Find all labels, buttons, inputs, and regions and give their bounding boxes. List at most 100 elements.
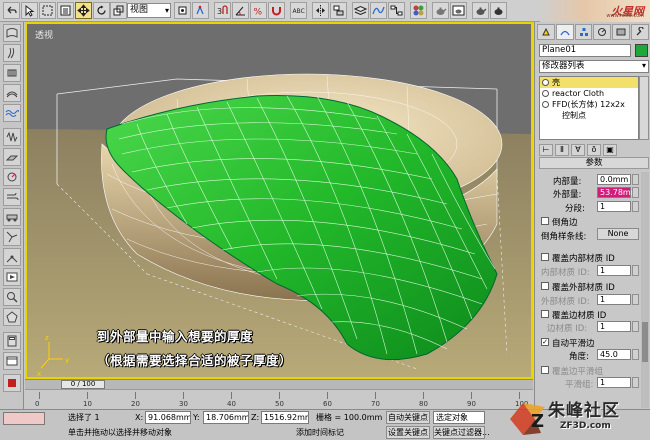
render-production-button[interactable]: [490, 2, 507, 19]
parameters-rollout-title[interactable]: 参数: [539, 157, 649, 169]
snap-3d-button[interactable]: 3: [214, 2, 231, 19]
pivot-button[interactable]: [174, 2, 191, 19]
reactor-tool-1[interactable]: [3, 24, 21, 42]
reactor-tool-18[interactable]: [3, 374, 21, 392]
outer-mat-id-field[interactable]: 1: [597, 294, 631, 305]
reactor-tool-11[interactable]: [3, 228, 21, 246]
object-color-swatch[interactable]: [635, 44, 648, 57]
reactor-tool-17[interactable]: [3, 352, 21, 370]
quick-render-button[interactable]: [472, 2, 489, 19]
render-setup-button[interactable]: [432, 2, 449, 19]
time-slider[interactable]: 0 / 100: [61, 380, 105, 389]
render-frame-button[interactable]: [450, 2, 467, 19]
percent-snap-button[interactable]: %: [250, 2, 267, 19]
perspective-viewport[interactable]: x y z 透视 到外部量中输入想要的厚度 （根据需要选择合适的被子厚度）: [25, 22, 533, 379]
bevel-edges-checkbox[interactable]: [541, 217, 549, 225]
smooth-group-field[interactable]: 1: [597, 377, 631, 388]
segments-spinner[interactable]: [632, 201, 639, 212]
pin-stack-button[interactable]: ⊢: [539, 144, 553, 156]
mirror-button[interactable]: [312, 2, 329, 19]
y-coordinate-field[interactable]: 18.706mm: [203, 411, 249, 424]
time-slider-bar[interactable]: 0 / 100: [25, 379, 533, 389]
stack-scrollbar[interactable]: [639, 76, 649, 140]
make-unique-button[interactable]: ∀: [571, 144, 585, 156]
override-edge-smooth-checkbox[interactable]: [541, 366, 549, 374]
reactor-tool-13[interactable]: [3, 268, 21, 286]
select-by-name-button[interactable]: [57, 2, 74, 19]
add-time-tag[interactable]: 添加时间标记: [296, 426, 344, 439]
select-object-button[interactable]: [21, 2, 38, 19]
reactor-tool-15[interactable]: [3, 308, 21, 326]
move-button[interactable]: [75, 2, 92, 19]
selected-object-dropdown[interactable]: 选定对象: [433, 411, 485, 424]
inner-amount-field[interactable]: 0.0mm: [597, 174, 631, 185]
panel-scrollbar[interactable]: [641, 172, 649, 408]
override-inner-mat-checkbox[interactable]: [541, 253, 549, 261]
track-bar[interactable]: 0 10 20 30 40 50 60 70 80 90 100: [25, 389, 533, 409]
rotate-button[interactable]: [93, 2, 110, 19]
reactor-tool-5[interactable]: [3, 104, 21, 122]
outer-amount-spinner[interactable]: [632, 187, 639, 198]
layer-manager-button[interactable]: [352, 2, 369, 19]
align-button[interactable]: [330, 2, 347, 19]
tab-motion[interactable]: [593, 24, 612, 40]
tab-create[interactable]: [537, 24, 555, 40]
reactor-tool-4[interactable]: [3, 84, 21, 102]
stack-item-ffd[interactable]: FFD(长方体) 12x2x: [540, 99, 638, 110]
maxscript-listener[interactable]: [3, 412, 45, 425]
override-edge-mat-checkbox[interactable]: [541, 310, 549, 318]
tab-modify[interactable]: [555, 24, 574, 40]
show-end-result-button[interactable]: Ⅱ: [555, 144, 569, 156]
spinner-snap-button[interactable]: [268, 2, 285, 19]
select-manipulate-button[interactable]: [192, 2, 209, 19]
select-region-button[interactable]: [39, 2, 56, 19]
angle-spinner[interactable]: [632, 349, 639, 360]
tab-display[interactable]: [612, 24, 631, 40]
panel-scrollbar-thumb[interactable]: [642, 322, 648, 362]
schematic-view-button[interactable]: [388, 2, 405, 19]
reactor-tool-12[interactable]: [3, 248, 21, 266]
outer-amount-field[interactable]: 53.78mm: [597, 187, 639, 198]
modifier-list-dropdown[interactable]: 修改器列表: [539, 60, 649, 73]
x-coordinate-field[interactable]: 91.068mm: [145, 411, 191, 424]
tab-utilities[interactable]: [631, 24, 649, 40]
lightbulb-icon[interactable]: [542, 90, 549, 97]
override-outer-mat-checkbox[interactable]: [541, 282, 549, 290]
auto-key-button[interactable]: 自动关键点: [386, 411, 430, 424]
reactor-tool-2[interactable]: [3, 44, 21, 62]
set-key-button[interactable]: 设置关键点: [386, 426, 430, 439]
stack-item-shell[interactable]: 壳: [540, 77, 638, 88]
undo-button[interactable]: [3, 2, 20, 19]
lightbulb-icon[interactable]: [542, 79, 549, 86]
configure-sets-button[interactable]: ▣: [603, 144, 617, 156]
named-selection-button[interactable]: ABC: [290, 2, 307, 19]
bevel-spline-button[interactable]: None: [597, 228, 639, 240]
stack-item-reactor-cloth[interactable]: reactor Cloth: [540, 88, 638, 99]
segments-field[interactable]: 1: [597, 201, 631, 212]
remove-modifier-button[interactable]: ō: [587, 144, 601, 156]
outer-mat-id-spinner[interactable]: [632, 294, 639, 305]
tab-hierarchy[interactable]: [574, 24, 593, 40]
edge-mat-id-spinner[interactable]: [632, 321, 639, 332]
object-name-field[interactable]: Plane01: [539, 44, 631, 57]
key-filters-button[interactable]: 关键点过滤器...: [433, 426, 490, 439]
stack-item-control-points[interactable]: 控制点: [540, 110, 638, 121]
reactor-tool-3[interactable]: [3, 64, 21, 82]
auto-smooth-checkbox[interactable]: ✓: [541, 338, 549, 346]
reference-coordinate-select[interactable]: 视图: [127, 3, 171, 18]
reactor-tool-14[interactable]: [3, 288, 21, 306]
z-coordinate-field[interactable]: 1516.92mm: [261, 411, 309, 424]
reactor-tool-10[interactable]: [3, 208, 21, 226]
curve-editor-button[interactable]: [370, 2, 387, 19]
angle-field[interactable]: 45.0: [597, 349, 631, 360]
scale-button[interactable]: [110, 2, 127, 19]
lightbulb-icon[interactable]: [542, 101, 549, 108]
reactor-tool-7[interactable]: [3, 148, 21, 166]
reactor-tool-16[interactable]: [3, 332, 21, 350]
material-editor-button[interactable]: [410, 2, 427, 19]
reactor-tool-6[interactable]: [3, 128, 21, 146]
inner-amount-spinner[interactable]: [632, 174, 639, 185]
reactor-tool-8[interactable]: [3, 168, 21, 186]
viewport-label[interactable]: 透视: [35, 28, 53, 41]
angle-snap-button[interactable]: [232, 2, 249, 19]
